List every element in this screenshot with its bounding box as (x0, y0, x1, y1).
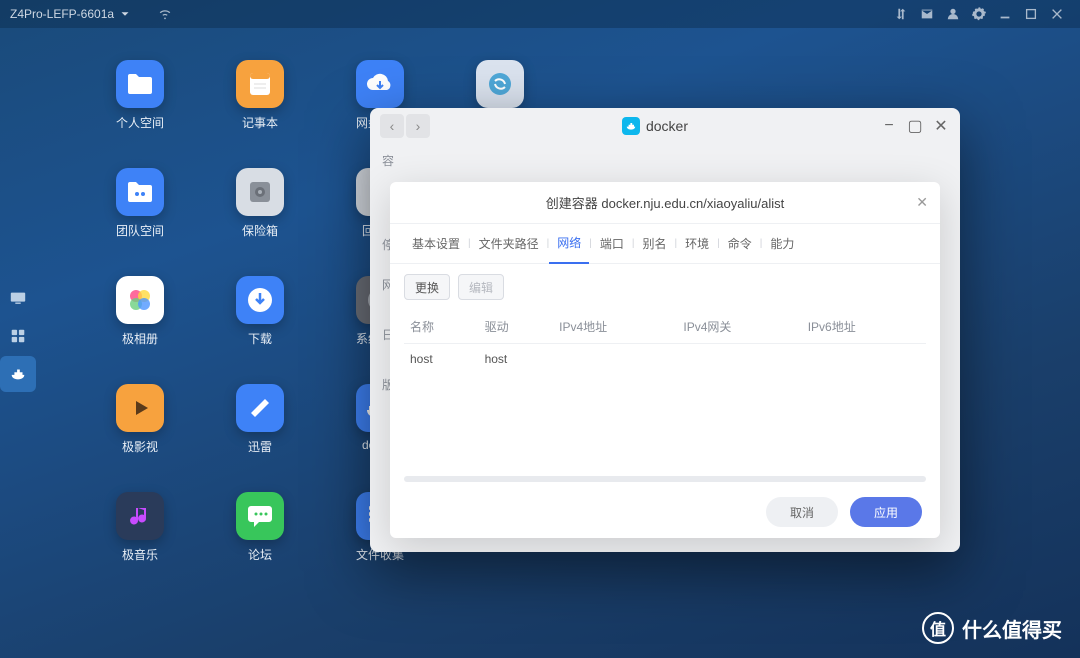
win-maximize[interactable]: ▢ (906, 117, 924, 135)
maximize-icon[interactable] (1022, 5, 1040, 23)
dock-desktop[interactable] (0, 280, 36, 316)
notes-icon (236, 60, 284, 108)
app-label: 个人空间 (116, 114, 164, 131)
watermark-badge: 值 (922, 612, 954, 644)
app-label: 记事本 (242, 114, 278, 131)
safe-icon (236, 168, 284, 216)
app-极相册[interactable]: 极相册 (80, 276, 200, 376)
refresh-icon (476, 60, 524, 108)
app-label: 保险箱 (242, 222, 278, 239)
download-icon (236, 276, 284, 324)
tab-命令[interactable]: 命令 (720, 224, 760, 264)
apply-button[interactable]: 应用 (850, 497, 922, 527)
app-个人空间[interactable]: 个人空间 (80, 60, 200, 160)
folder-team-icon (116, 168, 164, 216)
close-icon[interactable] (1048, 5, 1066, 23)
tab-网络[interactable]: 网络 (549, 224, 589, 264)
nav-back[interactable]: ‹ (380, 114, 404, 138)
table-row[interactable]: hosthost (404, 344, 926, 375)
transfer-icon[interactable] (892, 5, 910, 23)
app-保险箱[interactable]: 保险箱 (200, 168, 320, 268)
dock-apps[interactable] (0, 318, 36, 354)
settings-icon[interactable] (970, 5, 988, 23)
col-IPv6地址: IPv6地址 (802, 310, 926, 344)
watermark-text: 什么值得买 (962, 614, 1062, 643)
swift-icon (236, 384, 284, 432)
chevron-down-icon (118, 7, 132, 21)
play-icon (116, 384, 164, 432)
scroll-indicator (404, 476, 926, 482)
app-label: 极影视 (122, 438, 158, 455)
edit-button[interactable]: 编辑 (458, 274, 504, 300)
tab-端口[interactable]: 端口 (592, 224, 632, 264)
col-IPv4网关: IPv4网关 (677, 310, 801, 344)
photos-icon (116, 276, 164, 324)
tab-环境[interactable]: 环境 (677, 224, 717, 264)
mail-icon[interactable] (918, 5, 936, 23)
app-label: 论坛 (248, 546, 272, 563)
col-驱动: 驱动 (479, 310, 554, 344)
docker-window: ‹ › docker − ▢ ✕ 容 停 链接 网 链接 日 链接 版本 链接 … (370, 108, 960, 552)
app-label: 下载 (248, 330, 272, 347)
win-minimize[interactable]: − (880, 117, 898, 135)
chat-icon (236, 492, 284, 540)
cancel-button[interactable]: 取消 (766, 497, 838, 527)
watermark: 值 什么值得买 (922, 612, 1062, 644)
bg-tab-hint: 容 (382, 152, 394, 169)
col-名称: 名称 (404, 310, 479, 344)
dialog-tabs: 基本设置|文件夹路径|网络|端口|别名|环境|命令|能力 (390, 224, 940, 264)
app-论坛[interactable]: 论坛 (200, 492, 320, 592)
docker-logo-icon (622, 117, 640, 135)
dialog-footer: 取消 应用 (390, 486, 940, 538)
create-container-dialog: 创建容器 docker.nju.edu.cn/xiaoyaliu/alist ✕… (390, 182, 940, 538)
tab-能力[interactable]: 能力 (762, 224, 802, 264)
app-label: 迅雷 (248, 438, 272, 455)
docker-titlebar: ‹ › docker − ▢ ✕ (370, 108, 960, 144)
app-label: 极音乐 (122, 546, 158, 563)
cloud-down-icon (356, 60, 404, 108)
nav-forward[interactable]: › (406, 114, 430, 138)
win-close[interactable]: ✕ (932, 117, 950, 135)
network-table: 名称驱动IPv4地址IPv4网关IPv6地址 hosthost (390, 310, 940, 472)
wifi-icon[interactable] (156, 5, 174, 23)
app-下载[interactable]: 下载 (200, 276, 320, 376)
app-极音乐[interactable]: 极音乐 (80, 492, 200, 592)
music-icon (116, 492, 164, 540)
app-label: 极相册 (122, 330, 158, 347)
tab-别名[interactable]: 别名 (635, 224, 675, 264)
app-记事本[interactable]: 记事本 (200, 60, 320, 160)
folder-icon (116, 60, 164, 108)
device-name: Z4Pro-LEFP-6601a (10, 7, 114, 21)
left-dock (0, 280, 38, 392)
user-icon[interactable] (944, 5, 962, 23)
topbar: Z4Pro-LEFP-6601a (0, 0, 1080, 28)
app-迅雷[interactable]: 迅雷 (200, 384, 320, 484)
tab-文件夹路径[interactable]: 文件夹路径 (471, 224, 547, 264)
docker-title: docker (430, 117, 880, 135)
device-selector[interactable]: Z4Pro-LEFP-6601a (10, 7, 132, 21)
dialog-close[interactable]: ✕ (916, 194, 928, 211)
dialog-toolbar: 更换 编辑 (390, 264, 940, 310)
col-IPv4地址: IPv4地址 (553, 310, 677, 344)
replace-button[interactable]: 更换 (404, 274, 450, 300)
tab-基本设置[interactable]: 基本设置 (404, 224, 468, 264)
app-团队空间[interactable]: 团队空间 (80, 168, 200, 268)
minimize-icon[interactable] (996, 5, 1014, 23)
app-极影视[interactable]: 极影视 (80, 384, 200, 484)
dialog-header: 创建容器 docker.nju.edu.cn/xiaoyaliu/alist ✕ (390, 182, 940, 224)
dock-docker[interactable] (0, 356, 36, 392)
app-label: 团队空间 (116, 222, 164, 239)
